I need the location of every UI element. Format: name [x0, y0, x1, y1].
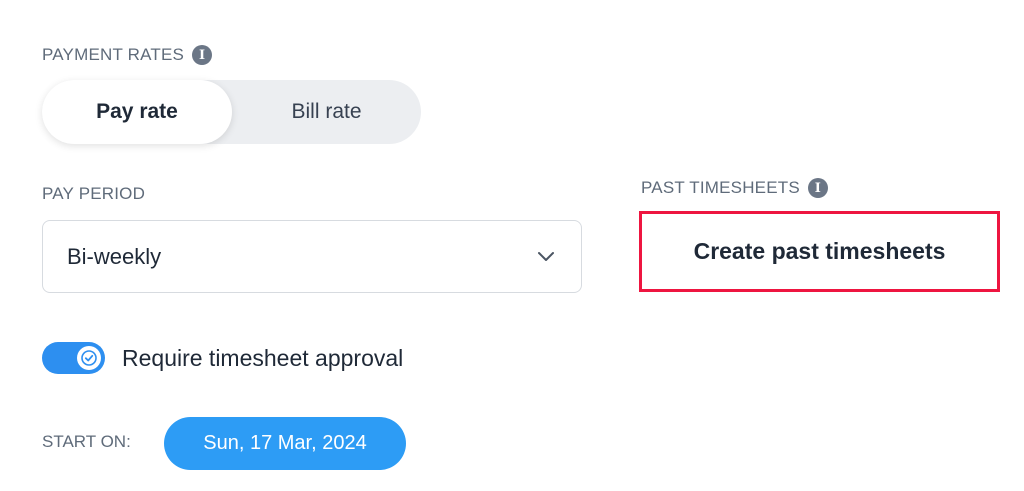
approval-toggle[interactable]: [42, 342, 105, 374]
payment-rates-label: PAYMENT RATES: [42, 45, 185, 64]
approval-toggle-row: Require timesheet approval: [42, 342, 403, 374]
info-icon[interactable]: i: [807, 178, 828, 198]
pay-period-label: PAY PERIOD: [42, 184, 146, 203]
timesheet-settings-panel: PAYMENT RATES i Pay rate Bill rate PAY P…: [0, 0, 1024, 491]
payment-rates-toggle: Pay rate Bill rate: [42, 80, 421, 144]
payment-rates-heading: PAYMENT RATES i: [42, 45, 213, 65]
pay-period-value: Bi-weekly: [67, 243, 162, 269]
pay-period-heading: PAY PERIOD: [42, 184, 145, 204]
info-icon[interactable]: i: [192, 45, 213, 65]
start-on-label: START ON:: [42, 432, 131, 451]
past-timesheets-label: PAST TIMESHEETS: [641, 178, 800, 197]
start-date-button[interactable]: Sun, 17 Mar, 2024: [164, 417, 406, 470]
pay-rate-button[interactable]: Pay rate: [42, 80, 232, 144]
approval-label: Require timesheet approval: [122, 344, 404, 371]
chevron-down-icon: [535, 246, 557, 268]
create-past-timesheets-button[interactable]: Create past timesheets: [639, 211, 1000, 292]
check-icon: [77, 346, 101, 370]
past-timesheets-heading: PAST TIMESHEETS i: [641, 178, 828, 198]
pay-period-select[interactable]: Bi-weekly: [42, 220, 582, 293]
bill-rate-button[interactable]: Bill rate: [232, 80, 421, 144]
